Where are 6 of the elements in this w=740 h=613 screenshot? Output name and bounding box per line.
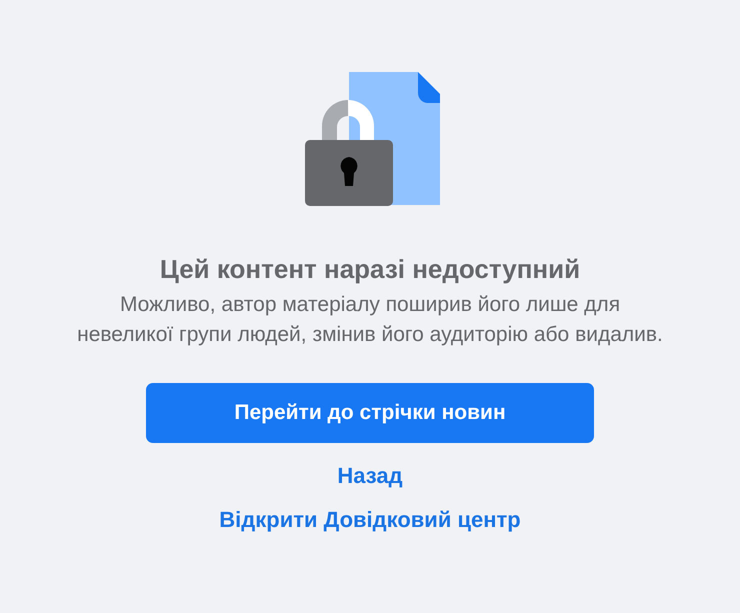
locked-document-icon	[304, 71, 442, 207]
message-text: Можливо, автор матеріалу поширив його лише для невеликої групи людей, змінив його аудиторію або видалив.	[76, 292, 664, 348]
link[interactable]: Відкрити Довідковий центр	[219, 505, 521, 534]
link[interactable]: Назад	[337, 461, 403, 490]
news-feed-button[interactable]: Перейти до стрічки новин	[146, 383, 594, 443]
heading: Цей контент наразі недоступний	[160, 253, 580, 286]
